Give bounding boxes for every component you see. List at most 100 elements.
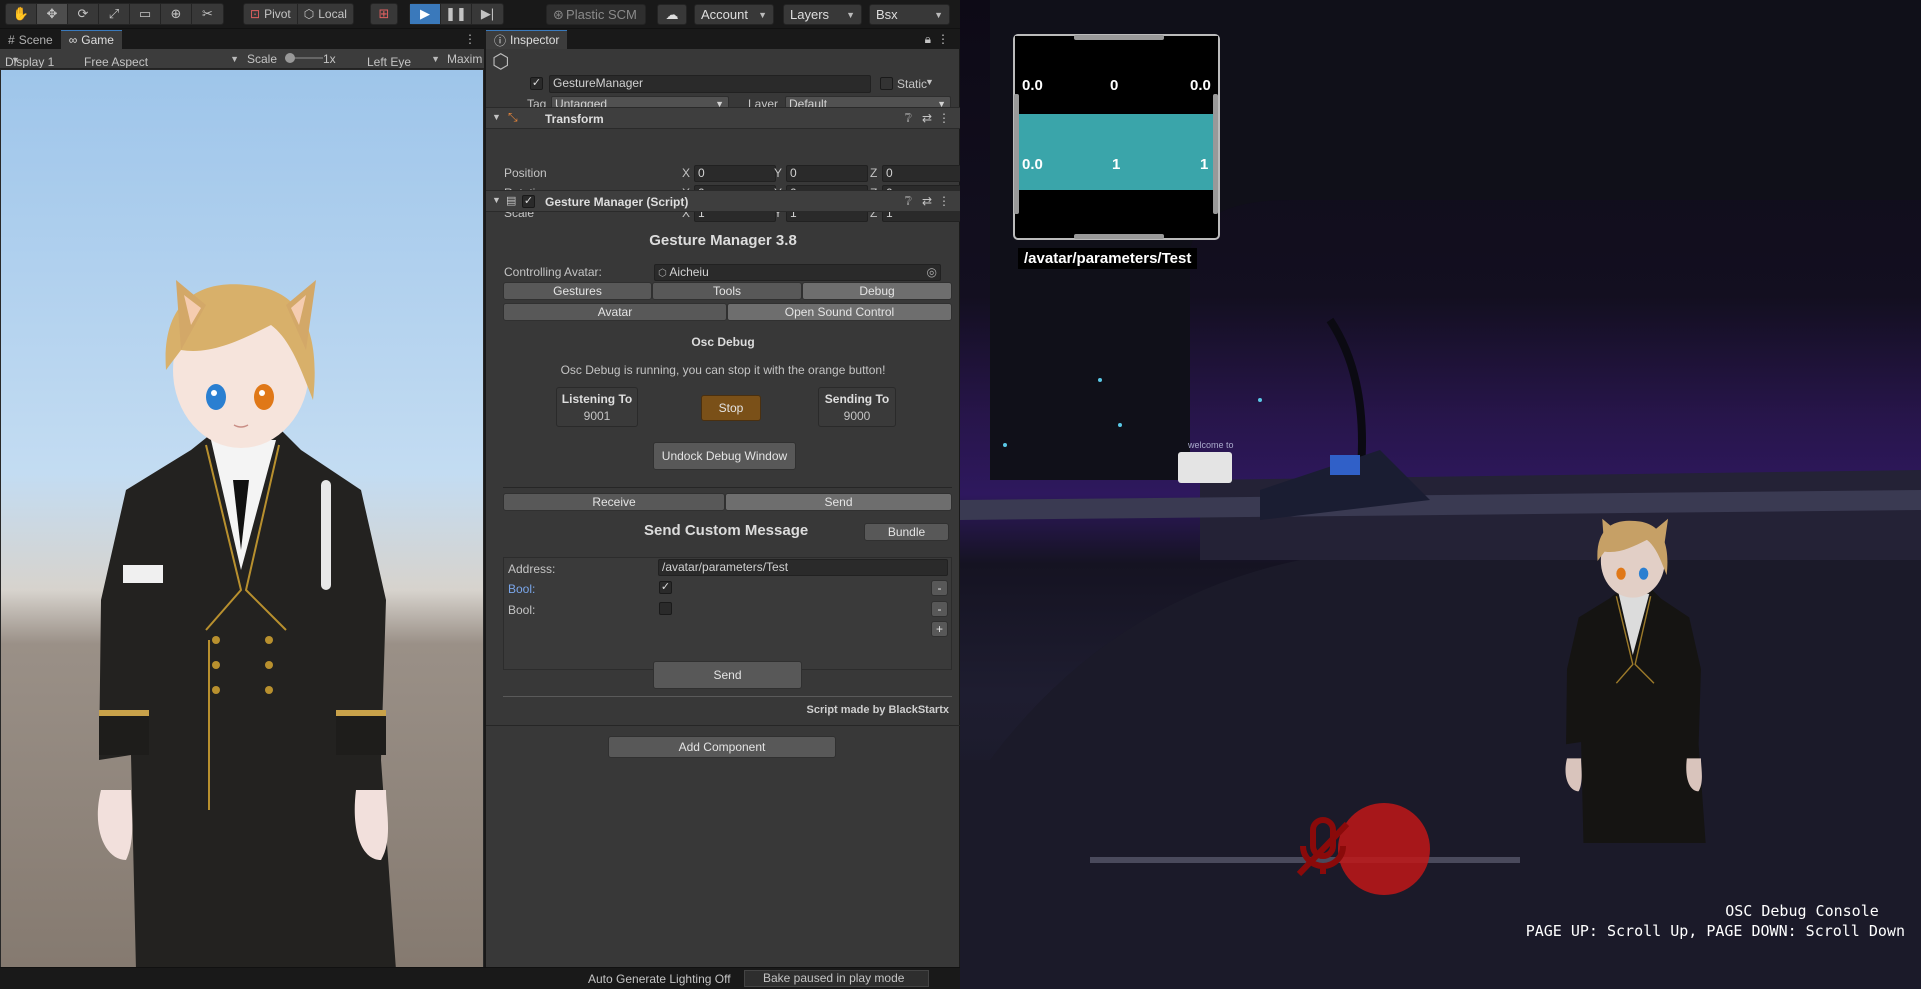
address-field[interactable]: /avatar/parameters/Test <box>658 559 948 576</box>
move-tool-icon[interactable]: ✥ <box>37 4 68 24</box>
pause-button[interactable]: ❚❚ <box>441 4 472 24</box>
scale-tool-icon[interactable]: ⤢ <box>99 4 130 24</box>
scale-slider-handle[interactable] <box>285 53 295 63</box>
more-options-icon[interactable]: ⋮ <box>464 32 476 46</box>
tab-game-label: Game <box>81 33 114 47</box>
script-title: Gesture Manager (Script) <box>545 195 689 209</box>
param-0-checkbox[interactable]: ✓ <box>659 581 672 594</box>
cloud-button[interactable]: ☁ <box>657 4 687 25</box>
custom-tool-icon[interactable]: ✂ <box>192 4 223 24</box>
controlling-avatar-field[interactable]: ⬡ Aicheiu ◎ <box>654 264 941 281</box>
remove-param-1-button[interactable]: - <box>931 601 948 617</box>
vrchat-view[interactable]: welcome to 0.0 0 0.0 0.0 1 1 /avatar/par… <box>960 0 1921 989</box>
divider <box>503 696 952 697</box>
transform-position-y-field[interactable]: 0 <box>786 165 868 182</box>
stop-button[interactable]: Stop <box>701 395 761 421</box>
rotate-tool-icon[interactable]: ⟳ <box>68 4 99 24</box>
bundle-button[interactable]: Bundle <box>864 523 949 541</box>
plastic-scm-button[interactable]: ⊛ Plastic SCM <box>546 4 646 25</box>
presets-icon[interactable]: ⇄ <box>922 194 932 208</box>
account-dropdown[interactable]: Account ▼ <box>694 4 774 25</box>
step-button[interactable]: ▶| <box>472 4 503 24</box>
help-icon[interactable]: ❔︎ <box>905 194 912 209</box>
tab-send[interactable]: Send <box>725 493 952 511</box>
pivot-label: Pivot <box>264 7 291 21</box>
axis-z-label[interactable]: Z <box>870 166 877 180</box>
active-checkbox[interactable]: ✓ <box>530 77 543 90</box>
controlling-avatar-label: Controlling Avatar: <box>504 265 602 279</box>
undock-debug-button[interactable]: Undock Debug Window <box>653 442 796 470</box>
tab-scene[interactable]: # Scene <box>0 30 61 49</box>
script-icon: ▤ <box>506 195 517 207</box>
param-0-label: Bool: <box>508 582 536 596</box>
tab-avatar[interactable]: Avatar <box>503 303 727 321</box>
grid-snap-button[interactable]: ⊞ <box>370 3 398 25</box>
transform-header[interactable]: ▼ ⤡ Transform ❔︎ ⇄ ⋮ <box>486 107 960 129</box>
lock-icon[interactable]: 🔒︎ <box>925 32 931 47</box>
tab-open-sound-control[interactable]: Open Sound Control <box>727 303 952 321</box>
tab-debug[interactable]: Debug <box>802 282 952 300</box>
tab-inspector-label: Inspector <box>510 33 560 47</box>
plastic-scm-label: Plastic SCM <box>566 7 637 22</box>
object-name-field[interactable]: GestureManager <box>549 75 871 93</box>
sending-box: Sending To 9000 <box>818 387 896 427</box>
object-picker-icon[interactable]: ◎ <box>927 265 937 280</box>
param-1-checkbox[interactable] <box>659 602 672 615</box>
chevron-down-icon: ▼ <box>11 55 20 65</box>
chevron-down-icon: ▼ <box>934 9 943 20</box>
remove-param-0-button[interactable]: - <box>931 580 948 596</box>
tab-gestures[interactable]: Gestures <box>503 282 652 300</box>
send-button[interactable]: Send <box>653 661 802 689</box>
osc-status-text: Osc Debug is running, you can stop it wi… <box>560 363 886 377</box>
transform-tool-icon[interactable]: ⊕ <box>161 4 192 24</box>
local-button[interactable]: ⬡ Local <box>298 4 353 24</box>
tab-receive[interactable]: Receive <box>503 493 725 511</box>
divider <box>503 487 952 488</box>
rect-tool-icon[interactable]: ▭ <box>130 4 161 24</box>
transform-position-x-field[interactable]: 0 <box>694 165 776 182</box>
maximize-toggle[interactable]: Maxim <box>447 52 482 66</box>
presets-icon[interactable]: ⇄ <box>922 111 932 125</box>
chevron-down-icon[interactable]: ▼ <box>925 77 934 87</box>
game-viewport[interactable] <box>1 70 483 967</box>
credit-text: Script made by BlackStartx <box>806 704 949 716</box>
sending-label: Sending To <box>824 392 890 406</box>
gesture-manager-header[interactable]: ▼ ▤ ✓ Gesture Manager (Script) ❔︎ ⇄ ⋮ <box>486 190 960 212</box>
scale-value: 1x <box>323 52 336 66</box>
pivot-button[interactable]: ⊡ Pivot <box>244 4 298 24</box>
divider <box>486 725 960 726</box>
mic-muted-icon <box>1296 817 1350 877</box>
layers-dropdown[interactable]: Layers ▼ <box>783 4 862 25</box>
more-options-icon[interactable]: ⋮ <box>938 111 950 125</box>
add-param-button[interactable]: + <box>931 621 948 637</box>
more-options-icon[interactable]: ⋮ <box>937 32 949 46</box>
play-button[interactable]: ▶ <box>410 4 441 24</box>
aspect-label: Free Aspect <box>84 55 149 69</box>
component-enabled-checkbox[interactable]: ✓ <box>522 195 535 208</box>
static-checkbox[interactable] <box>880 77 893 90</box>
chevron-down-icon: ▼ <box>230 54 239 64</box>
tab-tools[interactable]: Tools <box>652 282 802 300</box>
debug-slider-right <box>1213 94 1218 214</box>
debug-value-top-0: 0.0 <box>1022 77 1043 94</box>
info-icon: ⓘ <box>494 33 507 48</box>
foldout-arrow-icon: ▼ <box>492 112 501 122</box>
play-icon: ▶ <box>420 6 430 21</box>
more-options-icon[interactable]: ⋮ <box>938 194 950 208</box>
pivot-icon: ⊡ <box>250 7 261 21</box>
layout-dropdown[interactable]: Bsx ▼ <box>869 4 950 25</box>
axis-x-label[interactable]: X <box>682 166 690 180</box>
sending-port: 9000 <box>843 409 871 423</box>
grid-icon: ⊞ <box>378 6 390 21</box>
help-icon[interactable]: ❔︎ <box>905 111 912 126</box>
tab-inspector[interactable]: ⓘ Inspector <box>486 30 568 49</box>
tab-game[interactable]: ∞ Game <box>60 30 122 49</box>
world-sign-text: welcome to <box>1187 440 1234 450</box>
lighting-status: Auto Generate Lighting Off <box>588 972 731 986</box>
axis-y-label[interactable]: Y <box>774 166 782 180</box>
add-component-button[interactable]: Add Component <box>608 736 836 758</box>
gameobject-icon: ⬡ <box>492 51 510 73</box>
chevron-down-icon: ▼ <box>431 54 440 64</box>
transform-position-z-field[interactable]: 0 <box>882 165 964 182</box>
hand-tool-icon[interactable]: ✋ <box>6 4 37 24</box>
